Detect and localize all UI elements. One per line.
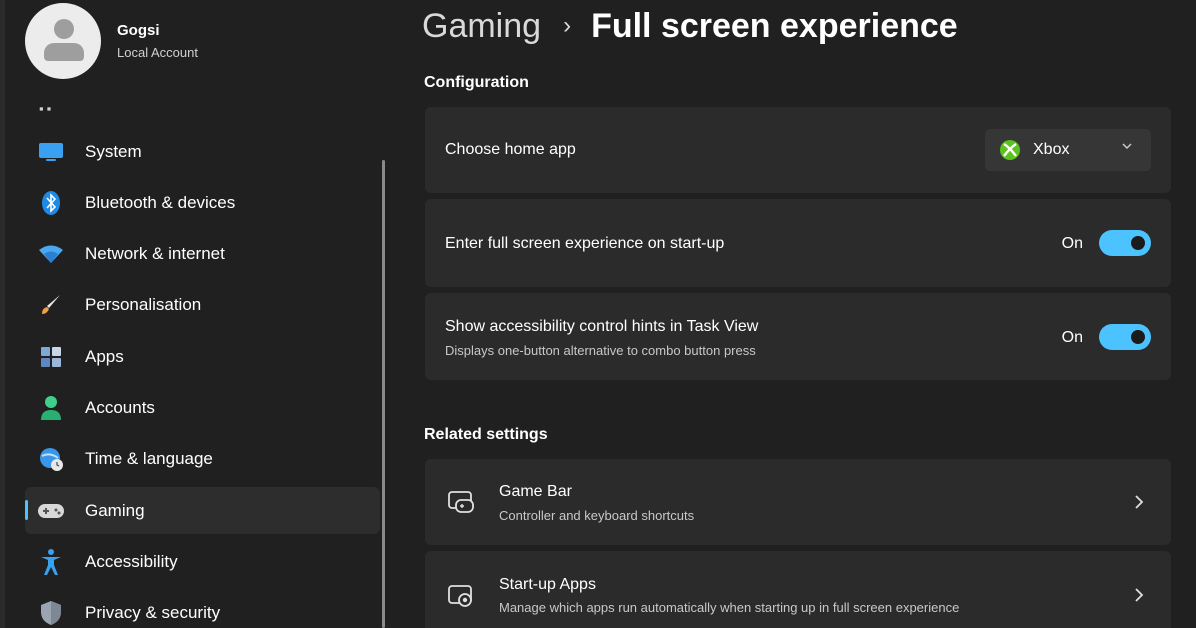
avatar	[25, 3, 101, 79]
related-settings-heading: Related settings	[424, 426, 548, 443]
breadcrumb: Gaming › Full screen experience	[422, 2, 958, 50]
bluetooth-icon	[37, 189, 65, 217]
breadcrumb-chevron-icon: ›	[563, 12, 572, 39]
sidebar-item-label: System	[85, 141, 142, 161]
gamepad-icon	[37, 497, 65, 525]
sidebar-item-bluetooth[interactable]: Bluetooth & devices	[25, 179, 380, 226]
page-title: Full screen experience	[591, 6, 958, 45]
hints-toggle-label: Show accessibility control hints in Task…	[445, 318, 759, 335]
sidebar-item-personalisation[interactable]: Personalisation	[25, 282, 380, 329]
sidebar-item-time-language[interactable]: Time & language	[25, 436, 380, 483]
home-app-dropdown[interactable]: Xbox	[985, 129, 1151, 171]
game-bar-link[interactable]: Game Bar Controller and keyboard shortcu…	[425, 459, 1171, 545]
sidebar-nav: System Bluetooth & devices Network & int…	[25, 128, 380, 628]
person-icon	[37, 394, 65, 422]
accessibility-icon	[37, 548, 65, 576]
startup-toggle-card: Enter full screen experience on start-up…	[425, 199, 1171, 287]
home-app-value: Xbox	[1033, 141, 1070, 158]
hints-toggle-card: Show accessibility control hints in Task…	[425, 293, 1171, 380]
sidebar-item-accounts[interactable]: Accounts	[25, 384, 380, 431]
sidebar-item-network[interactable]: Network & internet	[25, 231, 380, 278]
system-icon	[37, 138, 65, 166]
sidebar-item-label: Network & internet	[85, 244, 225, 264]
account-name: Gogsi	[117, 22, 160, 39]
startup-apps-description: Manage which apps run automatically when…	[499, 600, 960, 615]
startup-apps-icon	[447, 582, 475, 610]
xbox-icon	[999, 139, 1021, 161]
sidebar-item-system[interactable]: System	[25, 128, 380, 175]
sidebar-item-apps[interactable]: Apps	[25, 333, 380, 380]
sidebar-item-label: Privacy & security	[85, 603, 221, 623]
chevron-right-icon	[1133, 494, 1145, 510]
sidebar-item-label: Accessibility	[85, 551, 178, 571]
sidebar-item-label: Personalisation	[85, 295, 202, 315]
game-bar-icon	[447, 488, 475, 516]
hints-toggle-switch[interactable]	[1099, 324, 1151, 350]
overflow-dots-icon: ▪▪	[39, 101, 55, 116]
startup-toggle-state: On	[1061, 235, 1083, 252]
globe-clock-icon	[37, 445, 65, 473]
sidebar-scrollbar[interactable]	[382, 160, 385, 628]
configuration-heading: Configuration	[424, 74, 529, 91]
startup-apps-link[interactable]: Start-up Apps Manage which apps run auto…	[425, 551, 1171, 628]
brush-icon	[37, 291, 65, 319]
shield-icon	[37, 599, 65, 627]
startup-toggle-switch[interactable]	[1099, 230, 1151, 256]
wifi-icon	[37, 240, 65, 268]
toggle-knob	[1131, 330, 1145, 344]
game-bar-description: Controller and keyboard shortcuts	[499, 508, 695, 523]
breadcrumb-parent[interactable]: Gaming	[422, 7, 541, 46]
sidebar-item-label: Time & language	[85, 449, 213, 469]
sidebar: Gogsi Local Account ▪▪ System Bluetooth …	[5, 0, 390, 628]
sidebar-item-label: Accounts	[85, 397, 155, 417]
apps-icon	[37, 343, 65, 371]
sidebar-item-privacy-security[interactable]: Privacy & security	[25, 590, 380, 628]
startup-toggle-label: Enter full screen experience on start-up	[445, 235, 725, 252]
hints-toggle-state: On	[1061, 329, 1083, 346]
account-type: Local Account	[117, 45, 198, 60]
game-bar-label: Game Bar	[499, 483, 572, 500]
home-app-label: Choose home app	[445, 141, 576, 158]
sidebar-item-label: Gaming	[85, 500, 145, 520]
hints-toggle-description: Displays one-button alternative to combo…	[445, 343, 756, 358]
chevron-down-icon	[1121, 139, 1133, 151]
sidebar-item-label: Bluetooth & devices	[85, 192, 236, 212]
account-profile[interactable]: Gogsi Local Account	[25, 0, 198, 82]
sidebar-item-gaming[interactable]: Gaming	[25, 487, 380, 535]
toggle-knob	[1131, 236, 1145, 250]
home-app-card: Choose home app Xbox	[425, 107, 1171, 193]
sidebar-item-accessibility[interactable]: Accessibility	[25, 538, 380, 585]
chevron-right-icon	[1133, 587, 1145, 603]
sidebar-item-label: Apps	[85, 346, 124, 366]
startup-apps-label: Start-up Apps	[499, 576, 596, 593]
